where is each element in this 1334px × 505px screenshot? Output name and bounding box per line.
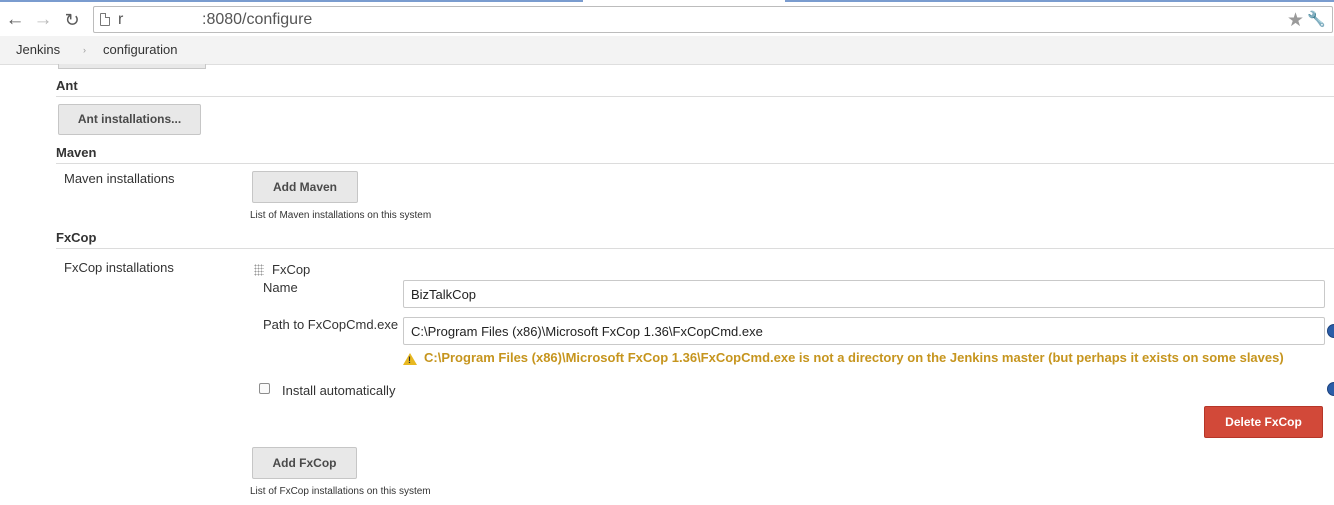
section-divider [56,163,1334,164]
breadcrumb: Jenkins › configuration [0,36,1334,65]
help-icon[interactable] [1327,382,1334,396]
delete-fxcop-button[interactable]: Delete FxCop [1204,406,1323,438]
section-divider [56,96,1334,97]
help-icon[interactable] [1327,324,1334,338]
page-icon [100,13,110,26]
reload-icon[interactable]: ↻ [62,10,82,30]
section-title-ant: Ant [56,78,78,93]
install-automatically-checkbox[interactable] [259,383,270,394]
ant-installations-button[interactable]: Ant installations... [58,104,201,135]
fxcop-help-text: List of FxCop installations on this syst… [250,486,431,497]
fxcop-installations-label: FxCop installations [64,260,174,275]
browser-toolbar: ← → ↻ r :8080/configure ★ 🔧 [0,2,1334,36]
warning-icon: ! [403,353,417,365]
drag-handle-icon[interactable] [254,264,264,276]
add-fxcop-button[interactable]: Add FxCop [252,447,357,479]
name-label: Name [263,280,298,295]
url-redaction [124,12,202,27]
breadcrumb-item-jenkins[interactable]: Jenkins [16,36,60,64]
wrench-icon[interactable]: 🔧 [1307,10,1326,28]
back-arrow-icon[interactable]: ← [5,10,25,30]
forward-arrow-icon[interactable]: → [33,10,53,30]
path-label: Path to FxCopCmd.exe [263,317,399,332]
previous-section-button[interactable] [58,64,206,69]
maven-help-text: List of Maven installations on this syst… [250,210,432,221]
section-title-maven: Maven [56,145,97,160]
section-title-fxcop: FxCop [56,230,97,245]
install-automatically-label: Install automatically [282,383,396,398]
breadcrumb-separator: › [83,45,86,55]
url-path: :8080/configure [202,11,313,28]
maven-installations-label: Maven installations [64,171,175,186]
breadcrumb-item-configuration[interactable]: configuration [103,36,177,64]
address-bar[interactable]: r :8080/configure ★ 🔧 [93,6,1333,33]
path-warning-text: C:\Program Files (x86)\Microsoft FxCop 1… [424,350,1284,365]
add-maven-button[interactable]: Add Maven [252,171,358,203]
url-host: r [118,11,124,28]
path-input[interactable] [403,317,1325,345]
name-input[interactable] [403,280,1325,308]
star-icon[interactable]: ★ [1287,9,1304,32]
fxcop-installation-header: FxCop [272,262,311,277]
section-divider [56,248,1334,249]
